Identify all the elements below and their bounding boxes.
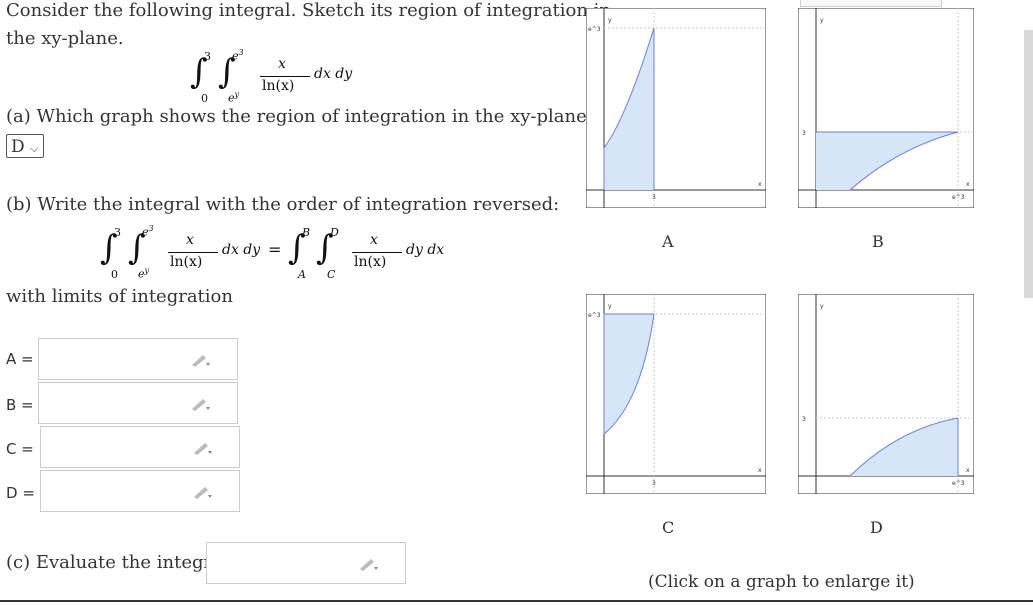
question-intro-line2: the xy-plane. bbox=[6, 28, 124, 49]
graph-d-label[interactable]: D bbox=[870, 518, 883, 537]
fraction-bar bbox=[260, 76, 310, 77]
rev-fraction-bar bbox=[352, 252, 402, 253]
graph-c-label[interactable]: C bbox=[662, 518, 674, 537]
scrollbar[interactable] bbox=[1024, 30, 1033, 298]
graph-c[interactable]: y e^3 x 3 bbox=[586, 294, 766, 494]
inner-upper-limit: e3 bbox=[232, 48, 244, 63]
graph-a-xlabel: x bbox=[758, 181, 762, 188]
rev-differential: dy dx bbox=[406, 242, 445, 258]
part-c-text: (c) Evaluate the integral. bbox=[6, 552, 235, 573]
rev-denominator: ln(x) bbox=[354, 254, 387, 270]
rev-inner-lower: C bbox=[327, 268, 336, 281]
original-integral: ∫ 3 0 ∫ e3 ey x ln(x) dx dy bbox=[190, 48, 390, 108]
graph-c-ytick: e^3 bbox=[588, 312, 601, 319]
pencil-icon[interactable] bbox=[191, 485, 213, 499]
numerator: x bbox=[186, 232, 194, 248]
rev-numerator: x bbox=[370, 232, 378, 248]
answer-d-input[interactable] bbox=[40, 470, 240, 512]
pencil-icon[interactable] bbox=[189, 353, 211, 367]
graph-d-xlabel: x bbox=[966, 467, 970, 474]
rev-inner-upper: D bbox=[330, 226, 339, 239]
inner-upper-limit: e3 bbox=[142, 224, 154, 239]
top-panel-edge bbox=[800, 0, 942, 7]
answer-c-input[interactable] bbox=[40, 426, 240, 468]
rev-outer-lower: A bbox=[298, 268, 306, 281]
outer-upper-limit: 3 bbox=[204, 50, 211, 63]
question-intro-line1: Consider the following integral. Sketch … bbox=[6, 0, 612, 21]
inner-lower-limit: ey bbox=[138, 266, 150, 281]
graph-a-label[interactable]: A bbox=[662, 232, 674, 251]
graph-b[interactable]: y 3 x e^3 bbox=[798, 8, 974, 208]
graph-b-xtick: e^3 bbox=[952, 194, 965, 201]
graph-b-ylabel: y bbox=[820, 17, 824, 24]
answer-c-label: C = bbox=[6, 440, 34, 458]
reversed-integral: ∫ 3 0 ∫ e3 ey x ln(x) dx dy = ∫ B A ∫ D … bbox=[100, 224, 460, 288]
graph-d[interactable]: y 3 x e^3 bbox=[798, 294, 974, 494]
differential: dx dy bbox=[314, 66, 353, 82]
graph-c-xtick: 3 bbox=[652, 480, 656, 487]
answer-d-label: D = bbox=[6, 484, 35, 502]
outer-upper-limit: 3 bbox=[114, 226, 121, 239]
fraction-bar bbox=[168, 252, 218, 253]
outer-lower-limit: 0 bbox=[111, 268, 118, 281]
pencil-icon[interactable] bbox=[189, 397, 211, 411]
graph-choice-select[interactable]: D ⌵ bbox=[6, 134, 44, 158]
part-b-text: (b) Write the integral with the order of… bbox=[6, 194, 560, 215]
part-a-text: (a) Which graph shows the region of inte… bbox=[6, 106, 597, 127]
graph-d-ylabel: y bbox=[820, 303, 824, 310]
answer-b-label: B = bbox=[6, 396, 34, 414]
answer-a-input[interactable] bbox=[38, 338, 238, 380]
graph-a-ytick: e^3 bbox=[588, 26, 601, 33]
click-hint: (Click on a graph to enlarge it) bbox=[648, 572, 915, 592]
graph-b-xlabel: x bbox=[966, 181, 970, 188]
inner-lower-limit: ey bbox=[228, 90, 240, 105]
denominator: ln(x) bbox=[170, 254, 203, 270]
denominator: ln(x) bbox=[262, 78, 295, 94]
with-limits-text: with limits of integration bbox=[6, 286, 233, 307]
graph-a[interactable]: y e^3 x 3 bbox=[586, 8, 766, 208]
differential: dx dy bbox=[222, 242, 261, 258]
graph-d-ytick: 3 bbox=[802, 416, 806, 423]
answer-a-label: A = bbox=[6, 350, 34, 368]
graph-b-ytick: 3 bbox=[802, 130, 806, 137]
graph-c-xlabel: x bbox=[758, 467, 762, 474]
rev-outer-upper: B bbox=[302, 226, 311, 239]
bottom-divider bbox=[0, 600, 1033, 602]
graph-a-xtick: 3 bbox=[652, 194, 656, 201]
pencil-icon[interactable] bbox=[357, 557, 379, 571]
graph-c-ylabel: y bbox=[608, 303, 612, 310]
pencil-icon[interactable] bbox=[191, 441, 213, 455]
graph-d-xtick: e^3 bbox=[952, 480, 965, 487]
part-c-input[interactable] bbox=[206, 542, 406, 584]
equals-sign: = bbox=[268, 240, 282, 259]
graph-b-label[interactable]: B bbox=[872, 232, 884, 251]
graph-a-ylabel: y bbox=[608, 17, 612, 24]
answer-b-input[interactable] bbox=[38, 382, 238, 424]
numerator: x bbox=[278, 56, 286, 72]
